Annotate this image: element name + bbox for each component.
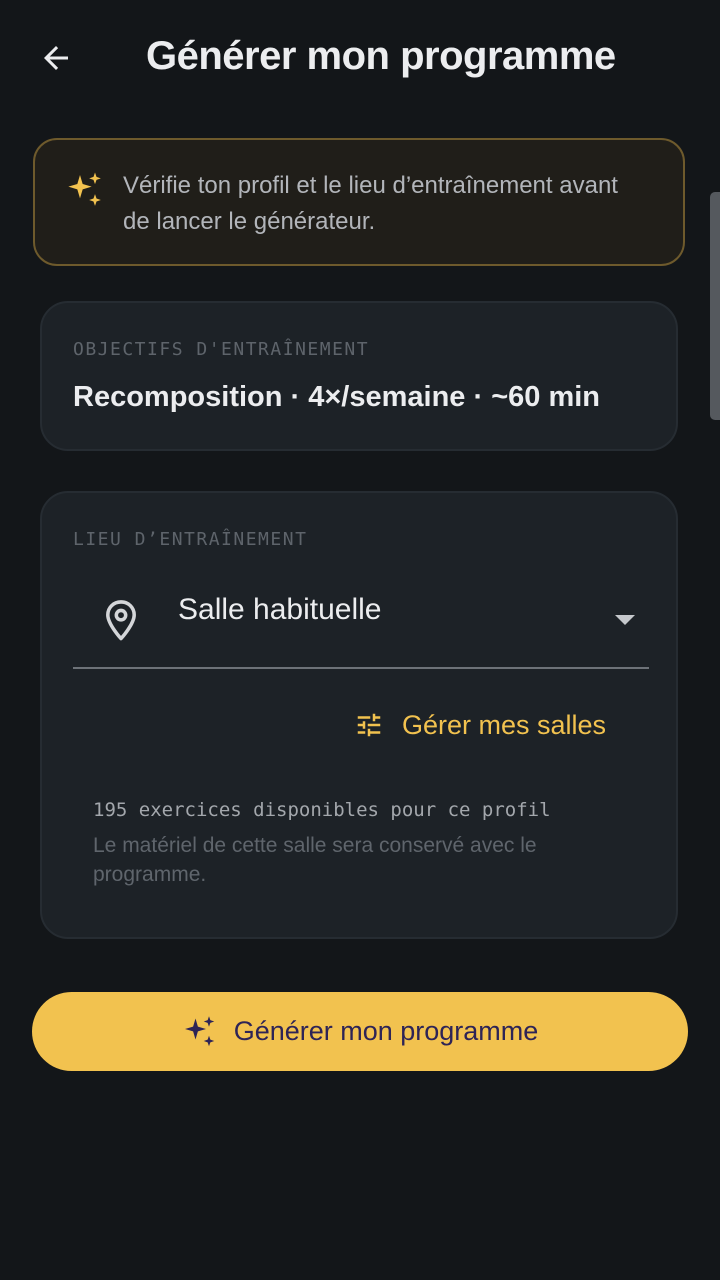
page-title: Générer mon programme <box>146 34 616 78</box>
tune-sliders-icon <box>357 713 381 737</box>
objectives-label: OBJECTIFS D'ENTRAÎNEMENT <box>73 339 370 360</box>
location-pin-icon <box>106 600 136 641</box>
app-header: Générer mon programme <box>0 0 720 112</box>
objectives-card[interactable]: OBJECTIFS D'ENTRAÎNEMENT Recomposition ·… <box>40 301 678 451</box>
sparkles-icon <box>68 172 101 206</box>
dropdown-arrow-icon <box>615 615 635 625</box>
equipment-note-text: Le matériel de cette salle sera conservé… <box>93 834 537 886</box>
location-selected-value: Salle habituelle <box>178 593 382 626</box>
exercise-count-text: 195 exercices disponibles pour ce profil <box>93 799 551 821</box>
banner-text: Vérifie ton profil et le lieu d’entraîne… <box>123 172 618 235</box>
back-button[interactable] <box>28 30 84 86</box>
info-banner: Vérifie ton profil et le lieu d’entraîne… <box>33 138 685 266</box>
location-label: LIEU D’ENTRAÎNEMENT <box>73 529 308 550</box>
manage-gyms-button[interactable]: Gérer mes salles <box>354 698 606 752</box>
generate-program-button[interactable]: Générer mon programme <box>32 992 688 1071</box>
generate-program-label: Générer mon programme <box>233 1016 539 1046</box>
location-dropdown[interactable]: Salle habituelle <box>73 573 649 669</box>
arrow-back-icon <box>44 46 68 70</box>
generate-program-screen: Générer mon programme Vérifie ton profil… <box>0 0 720 1280</box>
sparkles-icon <box>184 1015 214 1046</box>
scrollbar[interactable] <box>710 192 720 420</box>
objectives-value: Recomposition · 4×/semaine · ~60 min <box>73 381 600 413</box>
manage-gyms-label: Gérer mes salles <box>402 709 607 740</box>
location-card: LIEU D’ENTRAÎNEMENT Salle habituelle Gér… <box>40 491 678 939</box>
